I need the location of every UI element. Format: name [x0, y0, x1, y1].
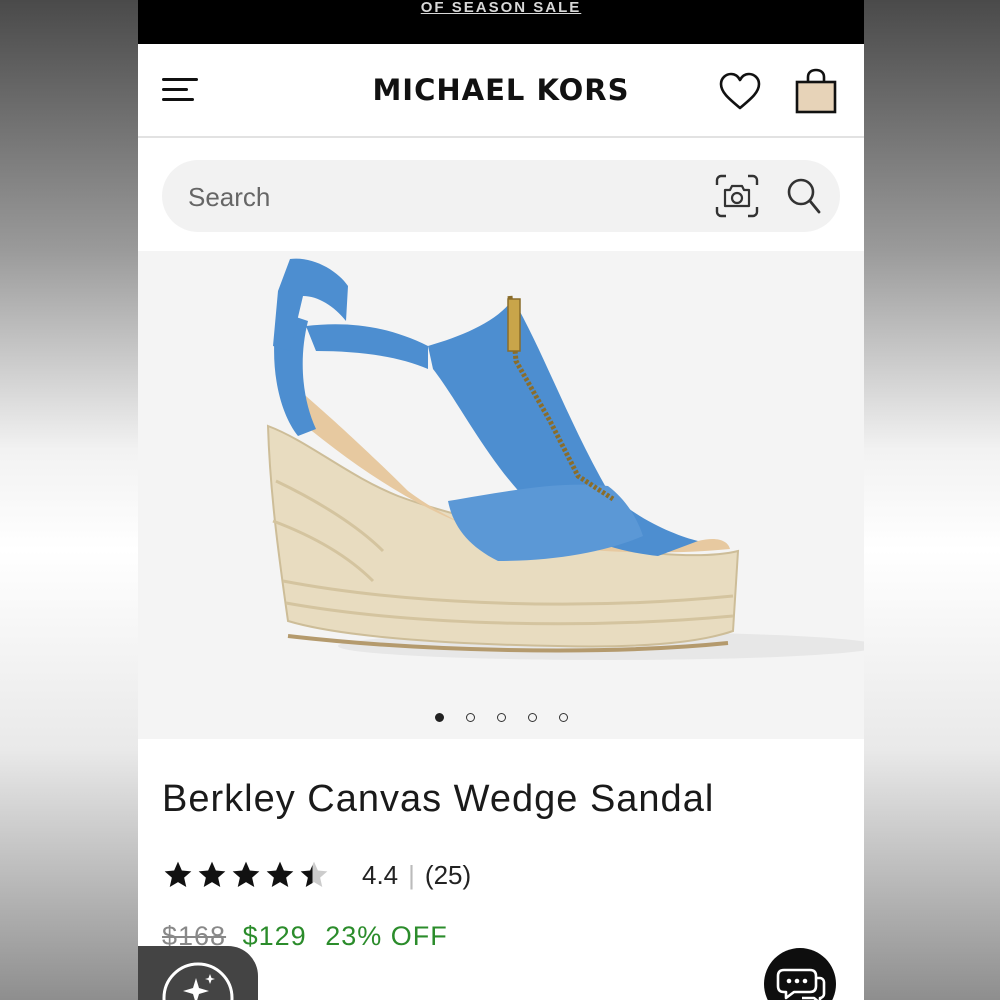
- chat-bubble-icon: [776, 968, 826, 1000]
- hamburger-menu-icon[interactable]: [162, 76, 198, 104]
- carousel-dot[interactable]: [434, 713, 444, 722]
- phone-screen: OF SEASON SALE MICHAEL KORS Search Berkl…: [138, 0, 864, 1000]
- carousel-dot[interactable]: [527, 713, 537, 722]
- search-icon[interactable]: [784, 175, 824, 217]
- rating-score: 4.4: [362, 859, 399, 890]
- promo-link[interactable]: OF SEASON SALE: [421, 0, 582, 16]
- chat-button[interactable]: [764, 948, 836, 1000]
- star-full-icon: [164, 861, 192, 887]
- discount-label: 23% OFF: [325, 921, 448, 951]
- product-info: Berkley Canvas Wedge Sandal 4.4 | (25) $…: [162, 778, 842, 952]
- rating-separator: |: [408, 859, 415, 890]
- price-row: $168 $129 23% OFF: [162, 921, 842, 952]
- carousel-dots: [138, 713, 864, 722]
- carousel-dot[interactable]: [465, 713, 475, 722]
- sparkle-assistant-icon: [162, 962, 234, 1000]
- promo-banner[interactable]: OF SEASON SALE: [138, 0, 864, 44]
- carousel-dot[interactable]: [558, 713, 568, 722]
- star-rating: [162, 859, 330, 891]
- star-full-icon: [232, 861, 260, 887]
- shopping-bag-icon[interactable]: [794, 68, 838, 114]
- camera-icon[interactable]: [714, 173, 760, 219]
- assistant-button[interactable]: [138, 946, 258, 1000]
- site-header: MICHAEL KORS: [138, 44, 864, 138]
- search-box: [162, 160, 840, 234]
- star-partial-icon: [300, 861, 328, 887]
- search-bar-row: [138, 138, 864, 252]
- search-input[interactable]: [186, 160, 670, 234]
- review-count[interactable]: (25): [425, 860, 471, 891]
- product-image-carousel[interactable]: [138, 251, 864, 739]
- heart-icon[interactable]: [718, 72, 762, 112]
- product-image: [266, 258, 864, 660]
- star-full-icon: [198, 861, 226, 887]
- rating-row[interactable]: 4.4 | (25): [162, 855, 842, 895]
- star-full-icon: [266, 861, 294, 887]
- carousel-dot[interactable]: [496, 713, 506, 722]
- product-title: Berkley Canvas Wedge Sandal: [162, 778, 715, 820]
- brand-logo[interactable]: MICHAEL KORS: [372, 73, 629, 107]
